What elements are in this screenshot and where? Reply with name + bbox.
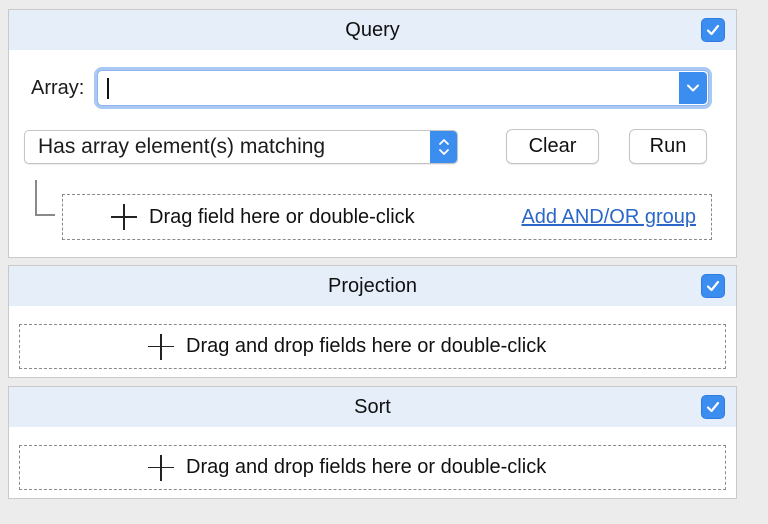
array-combobox[interactable] xyxy=(97,70,709,106)
array-label: Array: xyxy=(31,76,85,99)
projection-panel: Projection Drag and drop fields here or … xyxy=(8,265,737,378)
query-title: Query xyxy=(345,18,400,41)
projection-enabled-checkbox[interactable] xyxy=(701,274,725,298)
query-panel: Query Array: Has array element(s) matchi… xyxy=(8,9,737,258)
chevron-down-icon xyxy=(687,84,699,92)
sort-header: Sort xyxy=(9,387,736,427)
array-dropdown-button[interactable] xyxy=(679,72,707,104)
query-header: Query xyxy=(9,10,736,50)
sort-panel: Sort Drag and drop fields here or double… xyxy=(8,386,737,499)
projection-header: Projection xyxy=(9,266,736,306)
array-row: Array: xyxy=(31,70,709,106)
select-arrows xyxy=(430,131,457,163)
operator-select-value: Has array element(s) matching xyxy=(38,135,326,158)
run-button[interactable]: Run xyxy=(629,129,707,164)
sort-dropzone-text: Drag and drop fields here or double-clic… xyxy=(186,456,547,478)
array-input[interactable] xyxy=(104,71,674,103)
projection-field-dropzone[interactable]: Drag and drop fields here or double-clic… xyxy=(19,324,726,369)
plus-icon xyxy=(111,204,137,230)
operator-select[interactable]: Has array element(s) matching xyxy=(24,130,458,164)
clear-button[interactable]: Clear xyxy=(506,129,599,164)
query-field-dropzone[interactable]: Drag field here or double-click Add AND/… xyxy=(62,194,712,240)
query-dropzone-text: Drag field here or double-click xyxy=(149,205,415,228)
checkmark-icon xyxy=(706,24,720,36)
plus-icon xyxy=(148,454,174,481)
up-down-chevron-icon xyxy=(438,139,449,155)
text-caret xyxy=(107,78,109,99)
add-and-or-group-link[interactable]: Add AND/OR group xyxy=(521,206,696,229)
sort-field-dropzone[interactable]: Drag and drop fields here or double-clic… xyxy=(19,445,726,490)
sort-enabled-checkbox[interactable] xyxy=(701,395,725,419)
checkmark-icon xyxy=(706,401,720,413)
projection-title: Projection xyxy=(328,274,417,297)
tree-connector xyxy=(35,180,55,216)
plus-icon xyxy=(148,333,174,360)
projection-dropzone-text: Drag and drop fields here or double-clic… xyxy=(186,335,547,357)
sort-title: Sort xyxy=(354,395,391,418)
query-enabled-checkbox[interactable] xyxy=(701,18,725,42)
checkmark-icon xyxy=(706,280,720,292)
